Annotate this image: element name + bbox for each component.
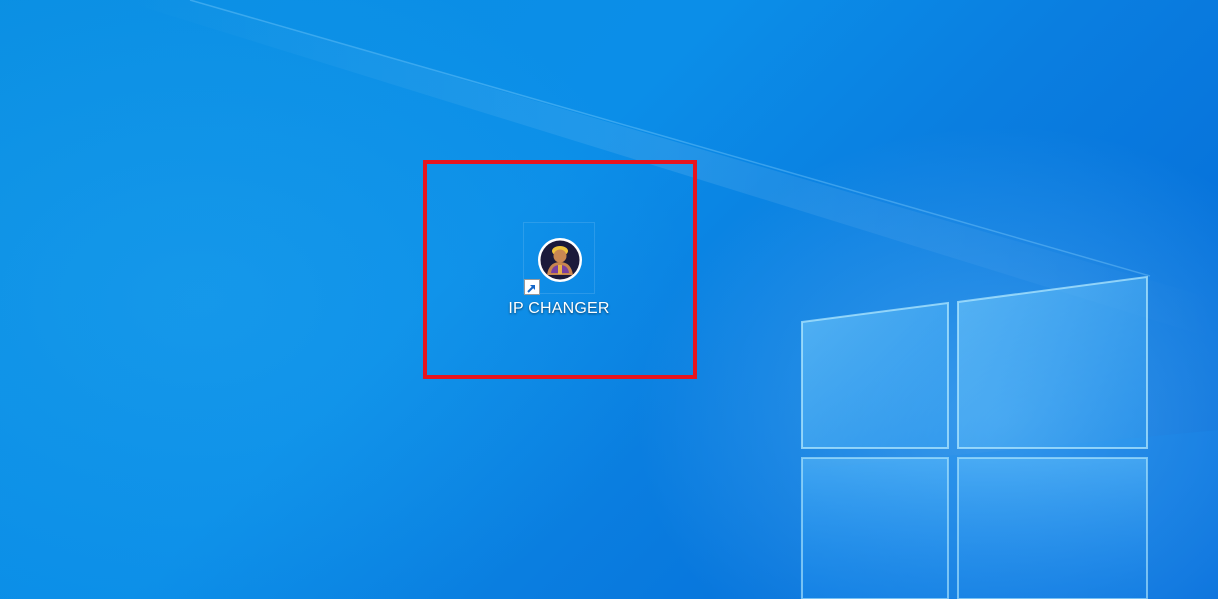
- desktop-icon-ip-changer[interactable]: IP CHANGER: [500, 222, 618, 326]
- icon-label: IP CHANGER: [508, 300, 610, 317]
- desktop[interactable]: IP CHANGER: [0, 0, 1218, 599]
- ip-changer-app-icon: [538, 238, 582, 282]
- shortcut-arrow-icon: [524, 279, 540, 295]
- icon-tile[interactable]: [523, 222, 595, 295]
- windows-logo-panes: [801, 275, 1148, 599]
